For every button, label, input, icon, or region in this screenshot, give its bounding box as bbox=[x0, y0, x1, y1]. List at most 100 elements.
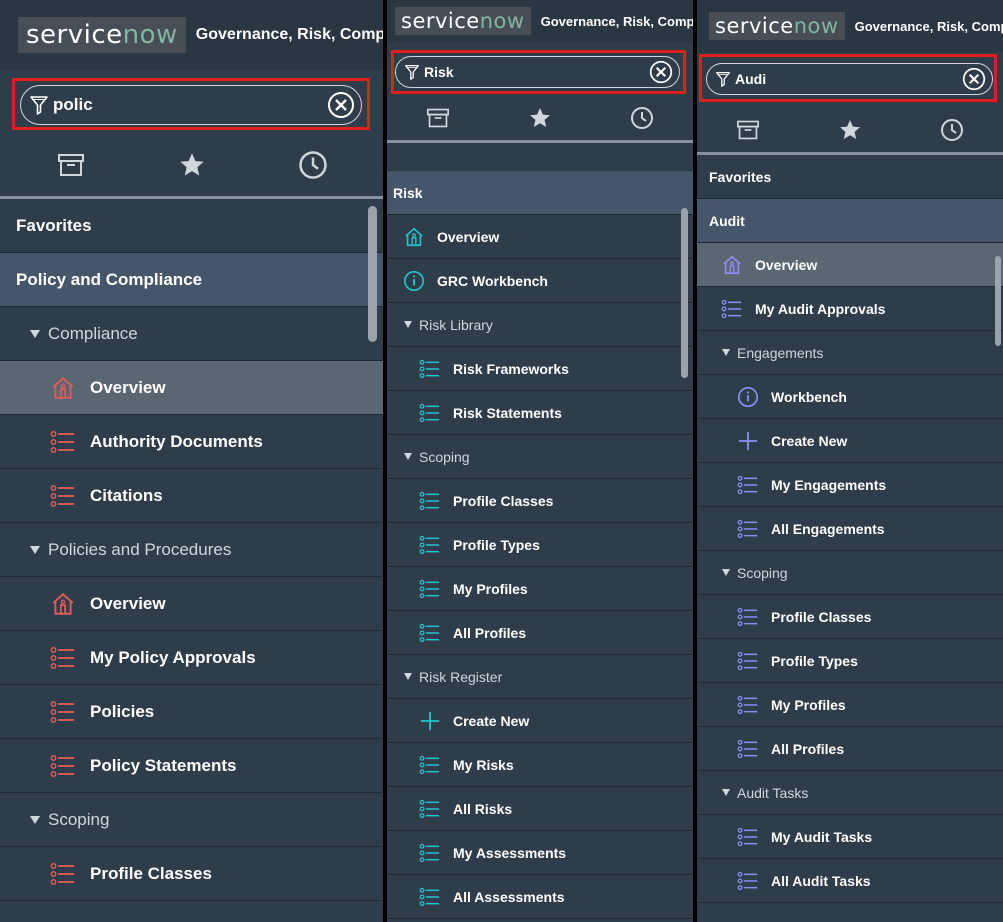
list-icon bbox=[50, 700, 76, 724]
nav-item-policy-statements[interactable]: Policy Statements bbox=[0, 739, 383, 793]
app-module-policy-compliance[interactable]: Policy and Compliance bbox=[0, 253, 383, 307]
item-label: All Profiles bbox=[771, 740, 845, 757]
section-policies-procedures[interactable]: Policies and Procedures bbox=[0, 523, 383, 577]
list-icon bbox=[419, 887, 441, 907]
filter-input[interactable] bbox=[420, 64, 649, 80]
logo-text: service bbox=[401, 9, 480, 33]
item-label: Workbench bbox=[771, 388, 847, 405]
clear-search-icon[interactable] bbox=[962, 67, 986, 91]
section-engagements[interactable]: Engagements bbox=[697, 331, 1003, 375]
favorites-header[interactable]: Favorites bbox=[0, 199, 383, 253]
scrollbar-thumb[interactable] bbox=[368, 206, 377, 342]
nav-item-profile-types[interactable]: Profile Types bbox=[387, 523, 693, 567]
star-icon[interactable] bbox=[162, 134, 222, 196]
nav-item-profile-types[interactable]: Profile Types bbox=[697, 639, 1003, 683]
nav-item-my-policy-approvals[interactable]: My Policy Approvals bbox=[0, 631, 383, 685]
app-module-risk[interactable]: Risk bbox=[387, 171, 693, 215]
item-label: Overview bbox=[90, 377, 166, 397]
nav-item-my-profiles[interactable]: My Profiles bbox=[387, 567, 693, 611]
nav-item-profile-classes[interactable]: Profile Classes bbox=[387, 479, 693, 523]
nav-item-my-assessments[interactable]: My Assessments bbox=[387, 831, 693, 875]
list-icon bbox=[737, 827, 759, 847]
nav-item-risk-statements[interactable]: Risk Statements bbox=[387, 391, 693, 435]
nav-item-grc-workbench[interactable]: GRC Workbench bbox=[387, 259, 693, 303]
caret-down-icon bbox=[722, 569, 730, 576]
nav-item-workbench[interactable]: Workbench bbox=[697, 375, 1003, 419]
star-icon[interactable] bbox=[510, 96, 570, 140]
archive-icon[interactable] bbox=[718, 108, 778, 152]
favorites-header[interactable]: Favorites bbox=[697, 155, 1003, 199]
scrollbar-thumb[interactable] bbox=[681, 208, 688, 378]
navigator-tabs bbox=[697, 108, 1003, 155]
caret-down-icon bbox=[30, 329, 40, 338]
clock-icon[interactable] bbox=[612, 96, 672, 140]
nav-item-my-profiles[interactable]: My Profiles bbox=[697, 683, 1003, 727]
nav-item-authority-documents[interactable]: Authority Documents bbox=[0, 415, 383, 469]
item-label: Audit bbox=[709, 212, 745, 229]
item-label: My Audit Tasks bbox=[771, 828, 873, 845]
nav-item-profile-classes[interactable]: Profile Classes bbox=[0, 847, 383, 901]
section-scoping[interactable]: Scoping bbox=[0, 793, 383, 847]
nav-item-risk-overview[interactable]: Overview bbox=[387, 215, 693, 259]
item-label: Overview bbox=[437, 228, 500, 245]
section-risk-register[interactable]: Risk Register bbox=[387, 655, 693, 699]
nav-item-my-audit-approvals[interactable]: My Audit Approvals bbox=[697, 287, 1003, 331]
scrollbar-thumb[interactable] bbox=[995, 256, 1001, 346]
section-scoping[interactable]: Scoping bbox=[697, 551, 1003, 595]
servicenow-logo[interactable]: service now bbox=[395, 7, 531, 35]
nav-item-all-profiles[interactable]: All Profiles bbox=[387, 611, 693, 655]
nav-item-audit-overview[interactable]: Overview bbox=[697, 243, 1003, 287]
nav-item-all-risks[interactable]: All Risks bbox=[387, 787, 693, 831]
clear-search-icon[interactable] bbox=[649, 60, 673, 84]
nav-item-risk-frameworks[interactable]: Risk Frameworks bbox=[387, 347, 693, 391]
app-module-audit[interactable]: Audit bbox=[697, 199, 1003, 243]
item-label: My Assessments bbox=[453, 844, 567, 861]
servicenow-logo[interactable]: service now bbox=[18, 17, 186, 53]
filter-navigator bbox=[697, 52, 1003, 108]
nav-item-my-engagements[interactable]: My Engagements bbox=[697, 463, 1003, 507]
nav-item-my-risks[interactable]: My Risks bbox=[387, 743, 693, 787]
nav-item-policies[interactable]: Policies bbox=[0, 685, 383, 739]
section-audit-tasks[interactable]: Audit Tasks bbox=[697, 771, 1003, 815]
clock-icon[interactable] bbox=[922, 108, 982, 152]
nav-item-profile-classes[interactable]: Profile Classes bbox=[697, 595, 1003, 639]
nav-item-my-audit-tasks[interactable]: My Audit Tasks bbox=[697, 815, 1003, 859]
app-title: Governance, Risk, Compliance bbox=[540, 13, 693, 29]
panel-policy-search: servicenow Governance, Risk, Compliance … bbox=[0, 0, 383, 922]
clear-search-icon[interactable] bbox=[327, 91, 355, 119]
nav-item-all-audit-tasks[interactable]: All Audit Tasks bbox=[697, 859, 1003, 903]
home-icon bbox=[50, 375, 76, 401]
list-icon bbox=[737, 871, 759, 891]
list-icon bbox=[419, 843, 441, 863]
logo-now-text: now bbox=[479, 9, 525, 33]
panel-risk-search: servicenow Governance, Risk, Compliance … bbox=[387, 0, 693, 922]
list-icon bbox=[737, 651, 759, 671]
archive-icon[interactable] bbox=[408, 96, 468, 140]
section-scoping[interactable]: Scoping bbox=[387, 435, 693, 479]
list-icon bbox=[419, 579, 441, 599]
nav-item-create-new[interactable]: Create New bbox=[387, 699, 693, 743]
archive-icon[interactable] bbox=[41, 134, 101, 196]
item-label: All Risks bbox=[453, 800, 513, 817]
nav-item-policies-overview[interactable]: Overview bbox=[0, 577, 383, 631]
nav-item-all-assessments[interactable]: All Assessments bbox=[387, 875, 693, 919]
nav-item-create-new[interactable]: Create New bbox=[697, 419, 1003, 463]
nav-item-citations[interactable]: Citations bbox=[0, 469, 383, 523]
filter-icon bbox=[29, 94, 49, 116]
item-label: Favorites bbox=[709, 168, 772, 185]
item-label: Authority Documents bbox=[90, 431, 263, 451]
section-risk-library[interactable]: Risk Library bbox=[387, 303, 693, 347]
navigator-tabs bbox=[0, 134, 383, 199]
filter-input[interactable] bbox=[49, 95, 327, 115]
item-label: All Engagements bbox=[771, 520, 885, 537]
list-icon bbox=[50, 754, 76, 778]
filter-input[interactable] bbox=[731, 71, 962, 87]
section-compliance[interactable]: Compliance bbox=[0, 307, 383, 361]
clock-icon[interactable] bbox=[283, 134, 343, 196]
nav-item-compliance-overview[interactable]: Overview bbox=[0, 361, 383, 415]
servicenow-logo[interactable]: service now bbox=[709, 12, 845, 40]
nav-item-all-engagements[interactable]: All Engagements bbox=[697, 507, 1003, 551]
star-icon[interactable] bbox=[820, 108, 880, 152]
nav-item-all-profiles[interactable]: All Profiles bbox=[697, 727, 1003, 771]
caret-down-icon bbox=[30, 815, 40, 824]
